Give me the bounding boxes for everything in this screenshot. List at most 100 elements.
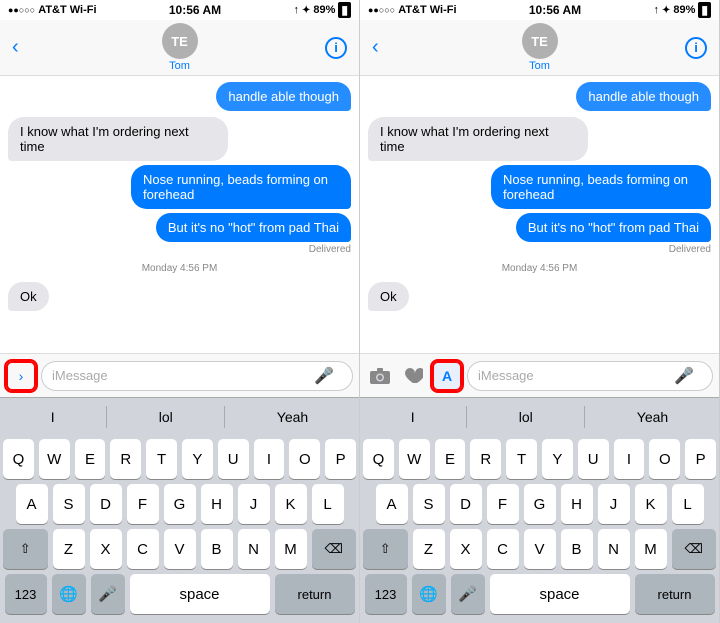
key-G-right[interactable]: G	[524, 484, 556, 524]
key-I-left[interactable]: I	[254, 439, 285, 479]
key-N-left[interactable]: N	[238, 529, 270, 569]
key-Z-left[interactable]: Z	[53, 529, 85, 569]
key-backspace-left[interactable]: ⌫	[312, 529, 357, 569]
heart-button-right[interactable]	[399, 362, 427, 390]
partial-message-left: handle able though	[216, 82, 351, 111]
signal-dots-right: ●●○○○	[368, 5, 395, 15]
key-G-left[interactable]: G	[164, 484, 196, 524]
nav-bar-left: ‹ TE Tom i	[0, 20, 359, 76]
key-Q-right[interactable]: Q	[363, 439, 394, 479]
key-X-right[interactable]: X	[450, 529, 482, 569]
status-left-right: ●●○○○ AT&T Wi-Fi	[368, 4, 457, 16]
autocomplete-word-1-left[interactable]: I	[41, 405, 65, 429]
time-right: 10:56 AM	[529, 3, 581, 17]
key-space-right[interactable]: space	[490, 574, 630, 614]
imessage-input-left[interactable]: iMessage 🎤	[41, 361, 353, 391]
bluetooth-icon: ✦	[302, 5, 310, 16]
key-K-left[interactable]: K	[275, 484, 307, 524]
key-V-left[interactable]: V	[164, 529, 196, 569]
battery-right: 89%	[673, 4, 695, 16]
key-K-right[interactable]: K	[635, 484, 667, 524]
key-J-right[interactable]: J	[598, 484, 630, 524]
key-I-right[interactable]: I	[614, 439, 645, 479]
key-F-left[interactable]: F	[127, 484, 159, 524]
expand-button-left[interactable]: ›	[6, 361, 36, 391]
key-globe-right[interactable]: 🌐	[412, 574, 446, 614]
autocomplete-word-1-right[interactable]: I	[401, 405, 425, 429]
key-A-left[interactable]: A	[16, 484, 48, 524]
key-B-left[interactable]: B	[201, 529, 233, 569]
info-button-left[interactable]: i	[325, 37, 347, 59]
key-backspace-right[interactable]: ⌫	[672, 529, 717, 569]
key-N-right[interactable]: N	[598, 529, 630, 569]
divider-1-right	[466, 406, 467, 428]
app-store-button-right[interactable]: A	[432, 361, 462, 391]
app-store-icon-right: A	[442, 368, 452, 384]
key-Y-right[interactable]: Y	[542, 439, 573, 479]
key-P-right[interactable]: P	[685, 439, 716, 479]
key-Z-right[interactable]: Z	[413, 529, 445, 569]
key-return-right[interactable]: return	[635, 574, 715, 614]
key-D-right[interactable]: D	[450, 484, 482, 524]
key-T-right[interactable]: T	[506, 439, 537, 479]
contact-name-right[interactable]: Tom	[529, 60, 550, 72]
key-O-right[interactable]: O	[649, 439, 680, 479]
key-F-right[interactable]: F	[487, 484, 519, 524]
key-D-left[interactable]: D	[90, 484, 122, 524]
key-U-right[interactable]: U	[578, 439, 609, 479]
contact-name-left[interactable]: Tom	[169, 60, 190, 72]
autocomplete-word-3-right[interactable]: Yeah	[627, 405, 678, 429]
key-R-right[interactable]: R	[470, 439, 501, 479]
key-Q-left[interactable]: Q	[3, 439, 34, 479]
time-left: 10:56 AM	[169, 3, 221, 17]
key-U-left[interactable]: U	[218, 439, 249, 479]
key-C-left[interactable]: C	[127, 529, 159, 569]
mic-icon-right: 🎤	[674, 366, 694, 386]
input-area-left: › iMessage 🎤	[0, 353, 359, 397]
key-L-left[interactable]: L	[312, 484, 344, 524]
key-H-left[interactable]: H	[201, 484, 233, 524]
key-M-right[interactable]: M	[635, 529, 667, 569]
back-button-right[interactable]: ‹	[372, 36, 379, 59]
key-row-3-left: ⇧ Z X C V B N M ⌫	[3, 529, 356, 569]
key-globe-left[interactable]: 🌐	[52, 574, 86, 614]
key-space-left[interactable]: space	[130, 574, 270, 614]
key-mic-left[interactable]: 🎤	[91, 574, 125, 614]
key-return-left[interactable]: return	[275, 574, 355, 614]
key-C-right[interactable]: C	[487, 529, 519, 569]
key-shift-right[interactable]: ⇧	[363, 529, 408, 569]
key-L-right[interactable]: L	[672, 484, 704, 524]
key-shift-left[interactable]: ⇧	[3, 529, 48, 569]
key-M-left[interactable]: M	[275, 529, 307, 569]
status-right-right: ↑ ✦ 89% ▮	[653, 2, 711, 18]
key-R-left[interactable]: R	[110, 439, 141, 479]
key-mic-right[interactable]: 🎤	[451, 574, 485, 614]
key-B-right[interactable]: B	[561, 529, 593, 569]
key-E-left[interactable]: E	[75, 439, 106, 479]
key-T-left[interactable]: T	[146, 439, 177, 479]
key-H-right[interactable]: H	[561, 484, 593, 524]
imessage-input-right[interactable]: iMessage 🎤	[467, 361, 713, 391]
camera-button-right[interactable]	[366, 362, 394, 390]
key-A-right[interactable]: A	[376, 484, 408, 524]
key-Y-left[interactable]: Y	[182, 439, 213, 479]
autocomplete-word-2-left[interactable]: lol	[149, 405, 183, 429]
key-E-right[interactable]: E	[435, 439, 466, 479]
key-S-left[interactable]: S	[53, 484, 85, 524]
key-O-left[interactable]: O	[289, 439, 320, 479]
key-V-right[interactable]: V	[524, 529, 556, 569]
key-J-left[interactable]: J	[238, 484, 270, 524]
input-area-right: A iMessage 🎤	[360, 353, 719, 397]
key-X-left[interactable]: X	[90, 529, 122, 569]
key-P-left[interactable]: P	[325, 439, 356, 479]
autocomplete-word-3-left[interactable]: Yeah	[267, 405, 318, 429]
key-S-right[interactable]: S	[413, 484, 445, 524]
key-W-left[interactable]: W	[39, 439, 70, 479]
key-W-right[interactable]: W	[399, 439, 430, 479]
key-123-right[interactable]: 123	[365, 574, 407, 614]
key-123-left[interactable]: 123	[5, 574, 47, 614]
back-button-left[interactable]: ‹	[12, 36, 19, 59]
autocomplete-word-2-right[interactable]: lol	[509, 405, 543, 429]
info-button-right[interactable]: i	[685, 37, 707, 59]
location-icon: ↑	[293, 4, 299, 16]
